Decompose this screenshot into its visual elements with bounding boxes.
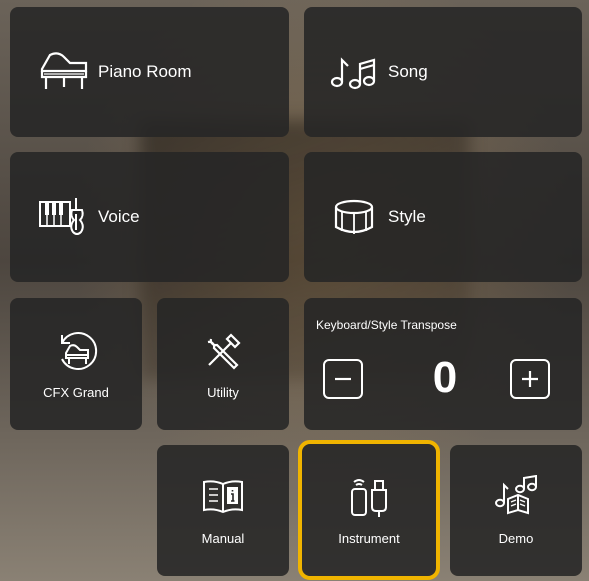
piano-room-label: Piano Room bbox=[98, 62, 192, 81]
instrument-button[interactable]: Instrument bbox=[298, 440, 440, 580]
demo-notes-icon bbox=[492, 475, 540, 519]
utility-button[interactable]: Utility bbox=[157, 298, 289, 430]
piano-reset-icon bbox=[52, 329, 100, 373]
song-label: Song bbox=[388, 62, 428, 81]
book-info-icon bbox=[199, 475, 247, 519]
song-button[interactable]: Song bbox=[304, 7, 582, 137]
transpose-title: Keyboard/Style Transpose bbox=[316, 318, 457, 332]
transpose-panel: Keyboard/Style Transpose 0 bbox=[304, 298, 582, 430]
manual-button[interactable]: Manual bbox=[157, 445, 289, 576]
demo-button[interactable]: Demo bbox=[450, 445, 582, 576]
style-button[interactable]: Style bbox=[304, 152, 582, 282]
transpose-plus-button[interactable] bbox=[510, 359, 550, 399]
minus-icon bbox=[335, 377, 351, 381]
plus-icon bbox=[522, 371, 538, 387]
utility-label: Utility bbox=[207, 384, 239, 400]
voice-button[interactable]: Voice bbox=[10, 152, 289, 282]
voice-label: Voice bbox=[98, 207, 140, 226]
grand-piano-icon bbox=[36, 49, 92, 95]
drum-icon bbox=[326, 194, 382, 240]
transpose-minus-button[interactable] bbox=[323, 359, 363, 399]
manual-label: Manual bbox=[201, 531, 245, 546]
instrument-label: Instrument bbox=[338, 530, 400, 546]
tools-icon bbox=[199, 329, 247, 373]
style-label: Style bbox=[388, 207, 426, 226]
cfx-grand-label: CFX Grand bbox=[43, 384, 109, 400]
piano-room-button[interactable]: Piano Room bbox=[10, 7, 289, 137]
keyboard-violin-icon bbox=[36, 194, 92, 240]
music-notes-icon bbox=[326, 49, 382, 95]
cfx-grand-button[interactable]: CFX Grand bbox=[10, 298, 142, 430]
transpose-value: 0 bbox=[432, 353, 458, 402]
demo-label: Demo bbox=[498, 531, 534, 546]
phone-usb-icon bbox=[345, 475, 393, 519]
